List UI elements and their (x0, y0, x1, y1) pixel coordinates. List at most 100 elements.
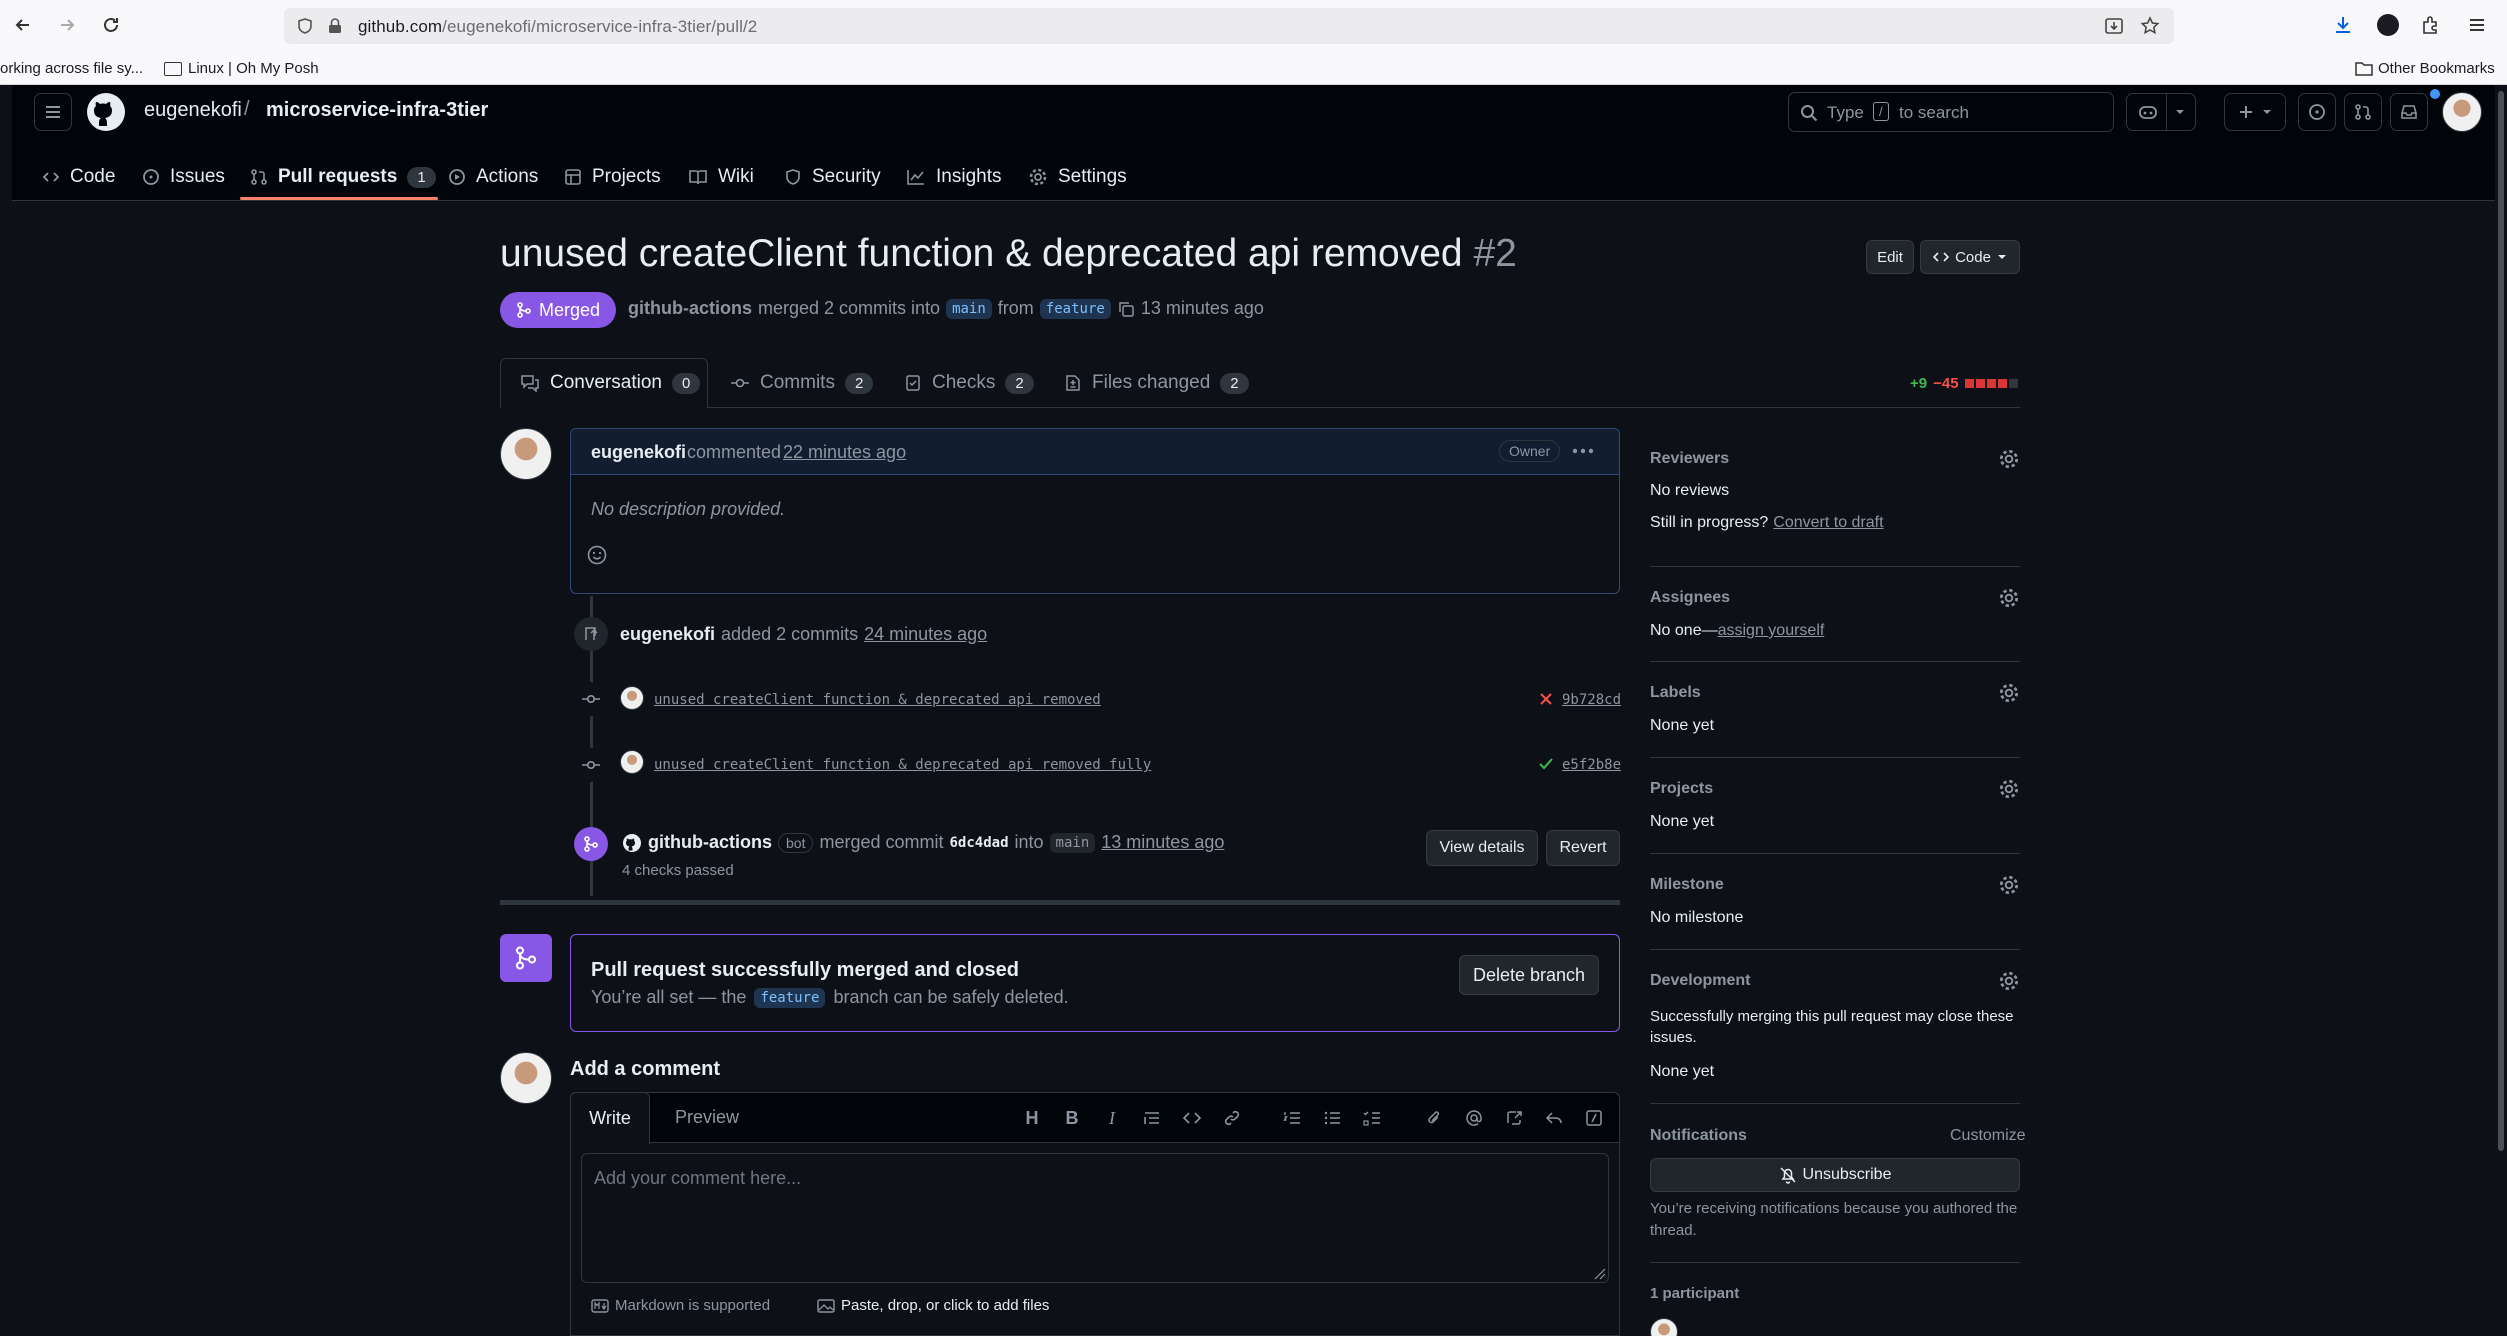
repo-owner-link[interactable]: eugenekofi (144, 99, 242, 122)
code-button[interactable]: Code (1920, 240, 2020, 274)
assignees-gear-icon[interactable] (1998, 587, 2020, 609)
revert-button[interactable]: Revert (1546, 830, 1620, 866)
inbox-icon[interactable] (2390, 93, 2428, 131)
commit-message-link[interactable]: unused createClient function & deprecate… (654, 692, 1101, 708)
unsubscribe-button[interactable]: Unsubscribe (1650, 1158, 2020, 1192)
forward-icon[interactable] (54, 10, 80, 40)
commit-sha-link[interactable]: 9b728cd (1562, 692, 1621, 708)
bold-icon[interactable]: B (1058, 1104, 1086, 1132)
github-logo-icon[interactable] (86, 92, 126, 132)
assignees-heading[interactable]: Assignees (1650, 589, 1730, 607)
participant-avatar[interactable] (1650, 1318, 1678, 1336)
tab-wiki[interactable]: Wiki (688, 155, 754, 199)
merge-event-time[interactable]: 13 minutes ago (1101, 832, 1224, 853)
tab-security[interactable]: Security (784, 155, 881, 199)
tab-code[interactable]: Code (42, 155, 115, 199)
development-heading[interactable]: Development (1650, 972, 1750, 990)
attach-files[interactable]: Paste, drop, or click to add files (817, 1297, 1049, 1314)
merge-commit-sha[interactable]: 6dc4dad (950, 835, 1009, 851)
copy-icon[interactable] (1117, 300, 1135, 318)
quote-icon[interactable] (1138, 1104, 1166, 1132)
comment-textarea[interactable]: Add your comment here... (581, 1153, 1609, 1283)
customize-link[interactable]: Customize (1950, 1127, 2026, 1145)
unordered-list-icon[interactable] (1318, 1104, 1346, 1132)
commits-event-author[interactable]: eugenekofi (620, 624, 715, 645)
x-icon[interactable] (1538, 691, 1554, 707)
reply-icon[interactable] (1540, 1104, 1568, 1132)
user-avatar[interactable] (2442, 92, 2482, 132)
repo-name-link[interactable]: microservice-infra-3tier (266, 99, 488, 122)
reviewers-gear-icon[interactable] (1998, 448, 2020, 470)
tab-pull-requests[interactable]: Pull requests 1 (250, 155, 436, 199)
milestone-heading[interactable]: Milestone (1650, 876, 1724, 894)
comment-author[interactable]: eugenekofi (591, 442, 686, 463)
pr-tab-checks[interactable]: Checks 2 (904, 358, 1034, 408)
preview-tab[interactable]: Preview (675, 1107, 739, 1128)
commit-author-avatar[interactable] (620, 750, 644, 774)
assign-yourself-link[interactable]: assign yourself (1718, 622, 1825, 640)
edit-button[interactable]: Edit (1866, 240, 1914, 274)
downloads-icon[interactable] (2332, 14, 2354, 36)
comment-author-avatar[interactable] (500, 428, 552, 480)
delete-branch-button[interactable]: Delete branch (1459, 955, 1599, 995)
page-scrollbar[interactable] (2495, 85, 2507, 1336)
comment-time[interactable]: 22 minutes ago (783, 442, 906, 463)
menu-icon[interactable] (2466, 14, 2488, 36)
commits-event-time[interactable]: 24 minutes ago (864, 624, 987, 645)
reaction-button[interactable] (583, 541, 611, 569)
merge-event-branch[interactable]: main (1049, 832, 1096, 853)
star-icon[interactable] (2140, 16, 2160, 36)
pr-tab-commits[interactable]: Commits 2 (730, 358, 874, 408)
link-icon[interactable] (1218, 1104, 1246, 1132)
head-branch[interactable]: feature (1039, 298, 1111, 319)
heading-icon[interactable]: H (1018, 1104, 1046, 1132)
view-details-button[interactable]: View details (1426, 830, 1538, 866)
tab-insights[interactable]: Insights (906, 155, 1001, 199)
kebab-horizontal-icon[interactable] (1571, 445, 1595, 457)
other-bookmarks[interactable]: Other Bookmarks (2378, 60, 2495, 77)
merge-event-actor[interactable]: github-actions (648, 832, 772, 853)
back-icon[interactable] (10, 10, 36, 40)
commit-sha-link[interactable]: e5f2b8e (1562, 757, 1621, 773)
write-tab[interactable]: Write (570, 1092, 650, 1144)
resize-handle-icon[interactable] (1592, 1266, 1606, 1280)
tab-actions[interactable]: Actions (448, 155, 538, 199)
search-input[interactable]: Type / to search (1788, 92, 2114, 132)
bookmark-item[interactable]: Linux | Oh My Posh (188, 60, 319, 77)
bookmark-item[interactable]: orking across file sy... (0, 60, 143, 77)
tab-issues[interactable]: Issues (142, 155, 225, 199)
copilot-button[interactable] (2126, 93, 2196, 131)
task-list-icon[interactable] (1358, 1104, 1386, 1132)
convert-to-draft-link[interactable]: Convert to draft (1773, 514, 1883, 532)
reader-download-icon[interactable] (2104, 17, 2124, 35)
projects-heading[interactable]: Projects (1650, 780, 1713, 798)
create-new-button[interactable] (2224, 93, 2286, 131)
merger-link[interactable]: github-actions (628, 298, 752, 319)
scrollbar-thumb[interactable] (2498, 91, 2504, 1151)
paperclip-icon[interactable] (1420, 1104, 1448, 1132)
labels-gear-icon[interactable] (1998, 682, 2020, 704)
tab-settings[interactable]: Settings (1028, 155, 1127, 199)
account-icon[interactable] (2377, 14, 2399, 36)
pr-tab-files-changed[interactable]: Files changed 2 (1064, 358, 1249, 408)
issues-icon[interactable] (2298, 93, 2336, 131)
mention-icon[interactable] (1460, 1104, 1488, 1132)
reviewers-heading[interactable]: Reviewers (1650, 450, 1729, 468)
slash-commands-icon[interactable] (1580, 1104, 1608, 1132)
italic-icon[interactable]: I (1098, 1104, 1126, 1132)
milestone-gear-icon[interactable] (1998, 874, 2020, 896)
hamburger-icon[interactable] (34, 93, 72, 131)
check-icon[interactable] (1538, 756, 1554, 772)
base-branch[interactable]: main (946, 298, 992, 319)
current-user-avatar[interactable] (500, 1052, 552, 1104)
address-bar[interactable]: github.com/eugenekofi/microservice-infra… (284, 8, 2174, 44)
projects-gear-icon[interactable] (1998, 778, 2020, 800)
development-gear-icon[interactable] (1998, 970, 2020, 992)
labels-heading[interactable]: Labels (1650, 684, 1701, 702)
tab-projects[interactable]: Projects (564, 155, 661, 199)
ordered-list-icon[interactable] (1278, 1104, 1306, 1132)
pull-requests-icon[interactable] (2344, 93, 2382, 131)
commit-author-avatar[interactable] (620, 686, 644, 710)
commit-message-link[interactable]: unused createClient function & deprecate… (654, 757, 1151, 773)
markdown-note[interactable]: Markdown is supported (591, 1297, 770, 1314)
